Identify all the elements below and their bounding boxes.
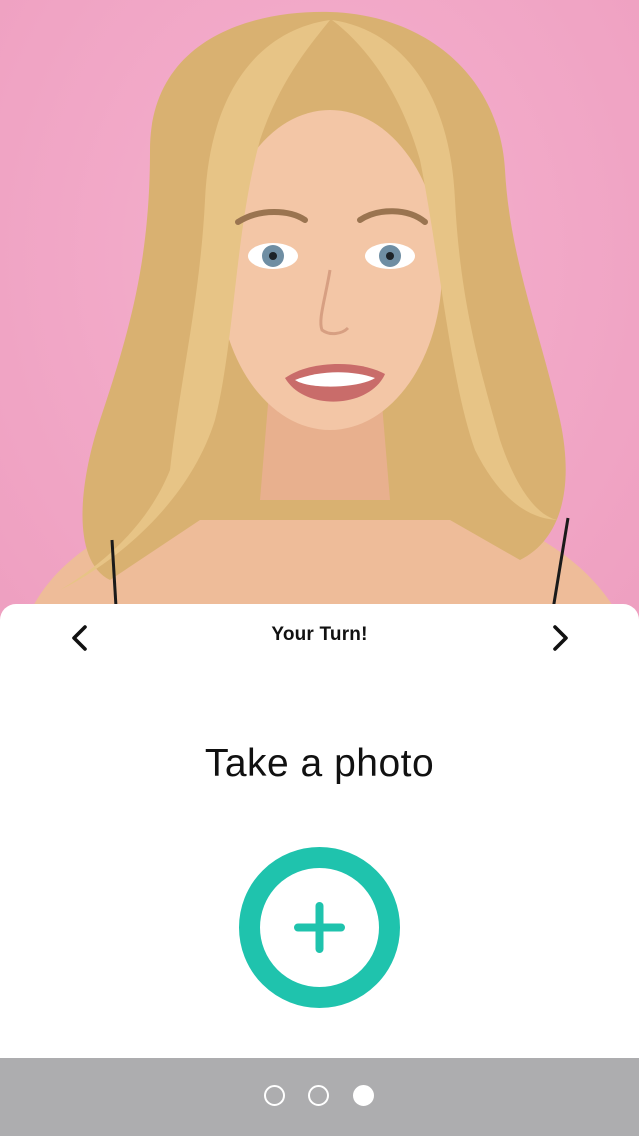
photo-card: Your Turn! Take a photo [0, 604, 639, 1058]
take-photo-heading: Take a photo [204, 742, 435, 785]
card-nav: Your Turn! [0, 604, 639, 668]
next-button[interactable] [540, 618, 580, 658]
page-indicator-bar [0, 1058, 639, 1136]
page-dot-1[interactable] [264, 1085, 285, 1106]
hero-photo [0, 0, 639, 640]
page-dot-3-active[interactable] [353, 1085, 374, 1106]
page-dot-2[interactable] [308, 1085, 329, 1106]
chevron-right-icon [553, 625, 568, 651]
portrait-image [20, 11, 630, 640]
add-photo-button[interactable] [239, 847, 400, 1008]
plus-icon [294, 902, 345, 953]
